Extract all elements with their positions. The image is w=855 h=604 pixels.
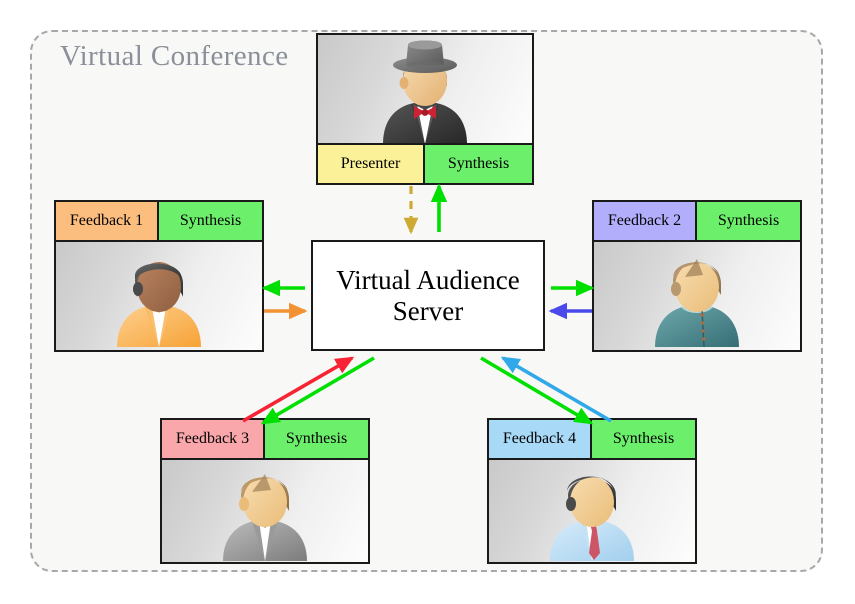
audience-avatar-3	[223, 474, 307, 561]
server-label-line-2: Server	[392, 295, 464, 326]
feedback-3-synthesis-label: Synthesis	[265, 420, 368, 458]
feedback-4-role-label: Feedback 4	[489, 420, 592, 458]
feedback-1-synthesis-label: Synthesis	[159, 202, 262, 240]
audience-avatar-1	[117, 262, 201, 347]
feedback-2-role-label: Feedback 2	[594, 202, 697, 240]
audience-avatar-2	[655, 259, 739, 347]
virtual-audience-server-box[interactable]: Virtual Audience Server	[311, 240, 545, 351]
server-label-line-1: Virtual Audience	[336, 265, 520, 296]
participant-card-feedback-1[interactable]: Feedback 1 Synthesis	[54, 200, 264, 352]
feedback-1-label-row: Feedback 1 Synthesis	[56, 202, 262, 240]
presenter-label-row: Presenter Synthesis	[318, 145, 532, 183]
feedback-1-role-label: Feedback 1	[56, 202, 159, 240]
audience-avatar-4	[550, 476, 634, 561]
feedback-2-synthesis-label: Synthesis	[697, 202, 800, 240]
participant-card-feedback-3[interactable]: Feedback 3 Synthesis	[160, 418, 370, 564]
presenter-synthesis-label: Synthesis	[425, 145, 532, 183]
feedback-1-video-pane	[56, 240, 262, 350]
feedback-3-video-pane	[162, 458, 368, 562]
feedback-2-video-pane	[594, 240, 800, 350]
participant-card-feedback-2[interactable]: Feedback 2 Synthesis	[592, 200, 802, 352]
feedback-4-synthesis-label: Synthesis	[592, 420, 695, 458]
feedback-3-label-row: Feedback 3 Synthesis	[162, 420, 368, 458]
feedback-4-video-pane	[489, 458, 695, 562]
feedback-4-label-row: Feedback 4 Synthesis	[489, 420, 695, 458]
participant-card-presenter[interactable]: Presenter Synthesis	[316, 33, 534, 185]
feedback-2-label-row: Feedback 2 Synthesis	[594, 202, 800, 240]
presenter-avatar	[383, 40, 467, 143]
presenter-video-pane	[318, 35, 532, 145]
participant-card-feedback-4[interactable]: Feedback 4 Synthesis	[487, 418, 697, 564]
page-title: Virtual Conference	[60, 40, 289, 72]
presenter-role-label: Presenter	[318, 145, 425, 183]
feedback-3-role-label: Feedback 3	[162, 420, 265, 458]
server-label: Virtual Audience Server	[330, 265, 526, 325]
